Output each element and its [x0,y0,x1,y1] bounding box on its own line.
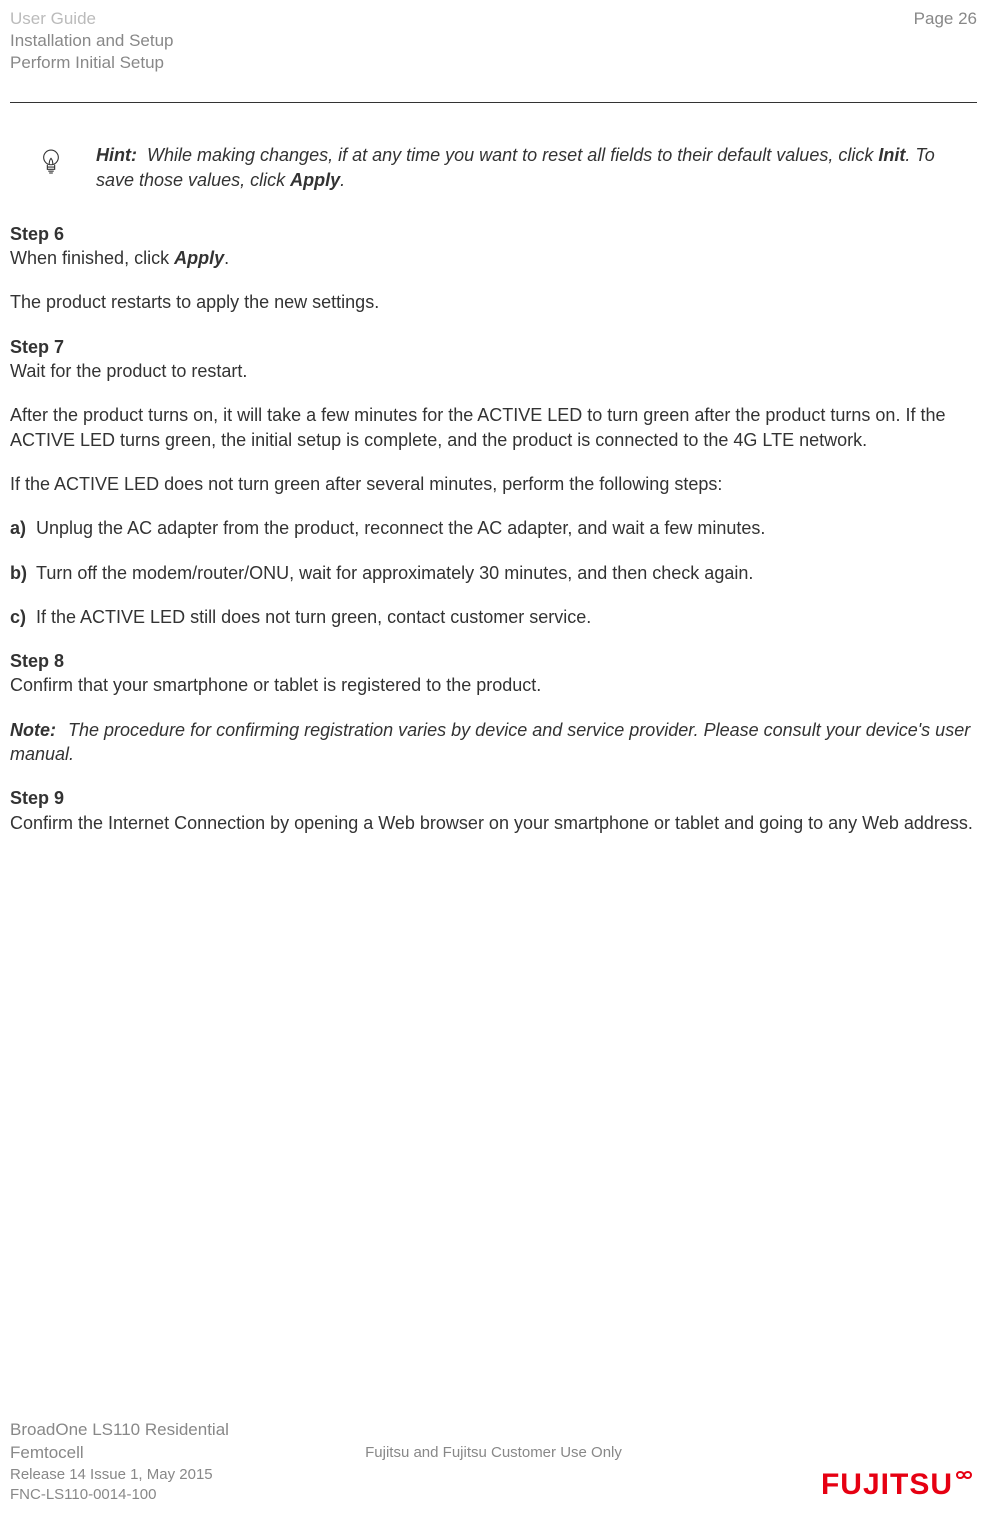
hint-block: Hint:While making changes, if at any tim… [10,143,977,192]
page-footer: BroadOne LS110 Residential Femtocell Rel… [0,1419,987,1505]
step-6: Step 6 When finished, click Apply. The p… [10,222,977,315]
footer-product-2: Femtocell [10,1442,229,1465]
step-7-item-b: b) Turn off the modem/router/ONU, wait f… [10,561,977,585]
list-text: If the ACTIVE LED still does not turn gr… [36,605,977,629]
list-marker: c) [10,605,36,629]
footer-logo: FUJITSU [821,1465,977,1506]
step-7-label: Step 7 [10,335,977,359]
page-number: Page 26 [914,8,977,31]
step-9-line-1: Confirm the Internet Connection by openi… [10,811,977,835]
note-label: Note: [10,720,56,740]
page-header: User Guide Installation and Setup Perfor… [0,0,987,74]
header-line-3: Perform Initial Setup [10,52,174,74]
step-7-item-a: a) Unplug the AC adapter from the produc… [10,516,977,540]
list-text: Unplug the AC adapter from the product, … [36,516,977,540]
step-7-line-1: Wait for the product to restart. [10,359,977,383]
hint-label: Hint: [96,145,137,165]
footer-center: Fujitsu and Fujitsu Customer Use Only [365,1443,622,1463]
header-line-1: User Guide [10,8,174,30]
step-9-label: Step 9 [10,786,977,810]
step-7-para-3: If the ACTIVE LED does not turn green af… [10,472,977,496]
step-8: Step 8 Confirm that your smartphone or t… [10,649,977,698]
step-9: Step 9 Confirm the Internet Connection b… [10,786,977,835]
lightbulb-icon [40,147,68,183]
step-6-line-1: When finished, click Apply. [10,246,977,270]
list-marker: a) [10,516,36,540]
step-7-para-2: After the product turns on, it will take… [10,403,977,452]
hint-text: Hint:While making changes, if at any tim… [96,143,977,192]
step-6-label: Step 6 [10,222,977,246]
step-6-para-2: The product restarts to apply the new se… [10,290,977,314]
header-line-2: Installation and Setup [10,30,174,52]
footer-product-1: BroadOne LS110 Residential [10,1419,229,1442]
footer-release: Release 14 Issue 1, May 2015 [10,1465,229,1485]
note-text: The procedure for confirming registratio… [10,720,970,764]
step-8-label: Step 8 [10,649,977,673]
footer-docnum: FNC-LS110-0014-100 [10,1485,229,1505]
infinity-icon [951,1465,977,1485]
step-8-line-1: Confirm that your smartphone or tablet i… [10,673,977,697]
header-breadcrumb: User Guide Installation and Setup Perfor… [10,8,174,74]
note-block: Note:The procedure for confirming regist… [10,718,977,767]
list-text: Turn off the modem/router/ONU, wait for … [36,561,977,585]
step-7: Step 7 Wait for the product to restart. … [10,335,977,629]
footer-left: BroadOne LS110 Residential Femtocell Rel… [10,1419,229,1505]
list-marker: b) [10,561,36,585]
step-7-item-c: c) If the ACTIVE LED still does not turn… [10,605,977,629]
fujitsu-logo-icon: FUJITSU [821,1465,977,1506]
